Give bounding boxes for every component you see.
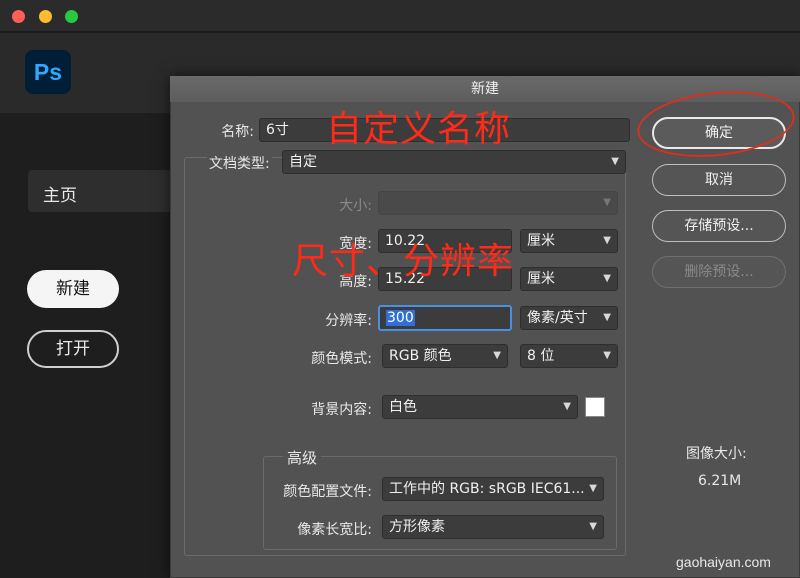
- resolution-unit-value: 像素/英寸: [527, 310, 588, 326]
- chevron-down-icon: ▼: [603, 273, 611, 284]
- doc-type-label: 文档类型:: [207, 153, 272, 173]
- resolution-value: 300: [386, 310, 415, 326]
- new-file-button[interactable]: 新建: [27, 270, 119, 308]
- doc-type-select[interactable]: 自定 ▼: [282, 150, 626, 174]
- chevron-down-icon: ▼: [603, 350, 611, 361]
- pixel-aspect-label: 像素长宽比:: [297, 522, 372, 538]
- chevron-down-icon: ▼: [589, 483, 597, 494]
- sidebar-item-home-label: 主页: [43, 186, 77, 206]
- pixel-aspect-select[interactable]: 方形像素 ▼: [382, 515, 604, 539]
- resolution-label: 分辨率:: [325, 313, 372, 329]
- cancel-button[interactable]: 取消: [652, 164, 786, 196]
- minimize-window-button[interactable]: [39, 10, 52, 23]
- height-unit-select[interactable]: 厘米 ▼: [520, 267, 618, 291]
- color-profile-label: 颜色配置文件:: [283, 484, 372, 500]
- chevron-down-icon: ▼: [611, 156, 619, 167]
- chevron-down-icon: ▼: [563, 401, 571, 412]
- background-label: 背景内容:: [311, 402, 372, 418]
- resolution-input[interactable]: 300: [378, 305, 512, 331]
- background-color-swatch[interactable]: [585, 397, 605, 417]
- doc-type-value: 自定: [289, 154, 317, 170]
- color-mode-select[interactable]: RGB 颜色 ▼: [382, 344, 508, 368]
- resolution-unit-select[interactable]: 像素/英寸 ▼: [520, 306, 618, 330]
- open-file-button[interactable]: 打开: [27, 330, 119, 368]
- bit-depth-value: 8 位: [527, 348, 555, 364]
- color-mode-value: RGB 颜色: [389, 348, 452, 364]
- chevron-down-icon: ▼: [603, 235, 611, 246]
- chevron-down-icon: ▼: [493, 350, 501, 361]
- chevron-down-icon: ▼: [589, 521, 597, 532]
- color-profile-select[interactable]: 工作中的 RGB: sRGB IEC61... ▼: [382, 477, 604, 501]
- color-profile-value: 工作中的 RGB: sRGB IEC61...: [389, 481, 585, 497]
- close-window-button[interactable]: [12, 10, 25, 23]
- watermark: gaohaiyan.com: [676, 554, 771, 570]
- advanced-label: 高级: [283, 447, 322, 468]
- color-mode-label: 颜色模式:: [311, 351, 372, 367]
- size-label: 大小:: [339, 198, 372, 214]
- delete-preset-button: 删除预设...: [652, 256, 786, 288]
- size-select: ▼: [378, 191, 618, 215]
- image-size-label: 图像大小:: [686, 446, 747, 462]
- custom-name-annotation: 自定义名称: [326, 109, 512, 150]
- width-unit-select[interactable]: 厘米 ▼: [520, 229, 618, 253]
- background-select[interactable]: 白色 ▼: [382, 395, 578, 419]
- image-size-value: 6.21M: [698, 473, 742, 489]
- photoshop-logo: Ps: [25, 50, 71, 94]
- chevron-down-icon: ▼: [603, 197, 611, 208]
- size-resolution-annotation: 尺寸、分辨率: [292, 241, 515, 282]
- width-unit-value: 厘米: [527, 233, 555, 249]
- window-titlebar: [0, 0, 800, 32]
- bit-depth-select[interactable]: 8 位 ▼: [520, 344, 618, 368]
- background-value: 白色: [389, 399, 417, 415]
- pixel-aspect-value: 方形像素: [389, 519, 445, 535]
- chevron-down-icon: ▼: [603, 312, 611, 323]
- name-label: 名称:: [221, 124, 254, 140]
- save-preset-button[interactable]: 存储预设...: [652, 210, 786, 242]
- zoom-window-button[interactable]: [65, 10, 78, 23]
- height-unit-value: 厘米: [527, 271, 555, 287]
